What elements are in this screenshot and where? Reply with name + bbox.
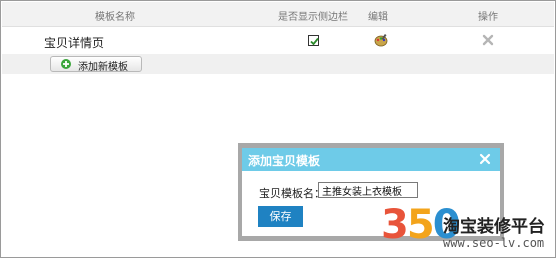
edit-palette-icon[interactable]	[374, 33, 388, 47]
add-template-label: 添加新模板	[78, 62, 128, 73]
logo-digit-3: 3	[381, 202, 409, 248]
dialog-title: 添加宝贝模板	[248, 154, 321, 168]
table-row: 宝贝详情页	[2, 28, 554, 54]
template-name-cell: 宝贝详情页	[44, 36, 105, 50]
template-name-label: 宝贝模板名：	[259, 187, 325, 200]
show-sidebar-checkbox[interactable]	[308, 35, 319, 46]
logo-site-name: 淘宝装修平台	[443, 217, 545, 237]
header-show-sidebar: 是否显示侧边栏	[278, 12, 348, 23]
add-template-button[interactable]: 添加新模板	[50, 56, 142, 73]
close-icon[interactable]	[479, 153, 491, 165]
header-template-name: 模板名称	[95, 12, 135, 23]
header-edit: 编辑	[368, 12, 388, 23]
watermark-logo: 350 淘宝装修平台 www.seo-lv.com	[381, 202, 555, 258]
header-operations: 操作	[478, 12, 498, 23]
checkmark-icon	[310, 37, 319, 46]
logo-url: www.seo-lv.com	[443, 236, 545, 250]
save-button[interactable]: 保存	[258, 206, 303, 227]
delete-icon[interactable]	[482, 34, 494, 46]
add-template-bar: 添加新模板	[2, 54, 554, 74]
table-header: 模板名称 是否显示侧边栏 编辑 操作	[2, 2, 554, 27]
dialog-header: 添加宝贝模板	[242, 148, 500, 171]
plus-icon	[61, 59, 71, 69]
template-name-input[interactable]	[318, 182, 418, 198]
template-manager-panel: 模板名称 是否显示侧边栏 编辑 操作 宝贝详情页 添加新模板 添加宝贝模板 宝贝…	[0, 0, 556, 258]
logo-digit-5: 5	[406, 202, 435, 248]
